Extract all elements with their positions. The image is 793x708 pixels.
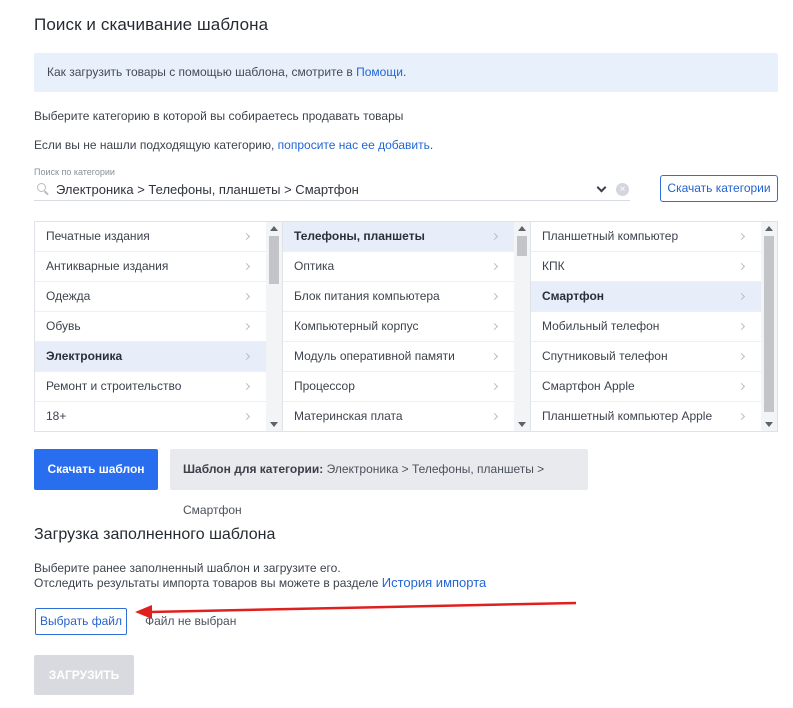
annotation-arrow xyxy=(135,601,577,619)
upload-submit-button[interactable]: ЗАГРУЗИТЬ xyxy=(34,655,134,695)
